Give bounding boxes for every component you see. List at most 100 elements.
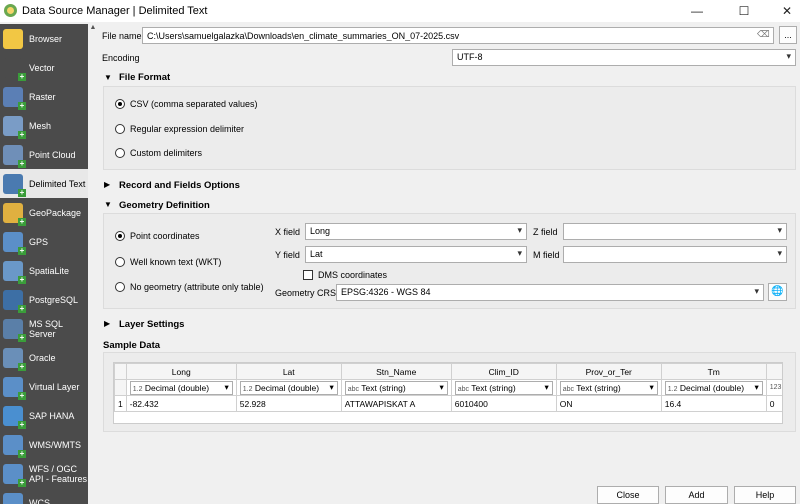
source-icon: + (3, 231, 26, 255)
sidebar-item-geopackage[interactable]: + GeoPackage (0, 198, 88, 227)
column-type-select[interactable]: 1.2 Decimal (double) (664, 380, 763, 395)
crs-label: Geometry CRS (275, 288, 337, 298)
clear-icon[interactable]: ⌫ (757, 29, 770, 40)
encoding-select[interactable]: UTF-8 (452, 49, 796, 66)
expand-icon[interactable]: ▶ (104, 319, 110, 328)
close-window-button[interactable]: ✕ (772, 2, 800, 20)
x-field-label: X field (275, 227, 301, 237)
sidebar-item-gps[interactable]: + GPS (0, 227, 88, 256)
row-number: 1 (114, 395, 127, 412)
sidebar-item-spatialite[interactable]: + SpatiaLite (0, 256, 88, 285)
source-icon: + (3, 347, 26, 371)
sidebar-item-label: Delimited Text (29, 178, 86, 189)
file-name-input[interactable] (142, 27, 774, 44)
source-icon: + (3, 318, 26, 342)
sidebar-item-label: Mesh (29, 120, 52, 131)
sidebar-item-label: Virtual Layer (29, 381, 80, 392)
radio-regex[interactable]: Regular expression delimiter (115, 124, 244, 134)
column-type-select[interactable]: abc Text (string) (344, 380, 448, 395)
collapse-icon[interactable]: ▼ (104, 200, 112, 209)
sidebar-item-label: Browser (29, 33, 63, 44)
sidebar-item-mesh[interactable]: + Mesh (0, 111, 88, 140)
sample-table-container: Long Lat Stn_Name Clim_ID Prov_or_Ter Tm 1.2 D… (113, 362, 783, 424)
sample-data-table: Long Lat Stn_Name Clim_ID Prov_or_Ter Tm 1.2 D… (114, 363, 782, 412)
window-title: Data Source Manager | Delimited Text (22, 5, 208, 17)
m-field-select[interactable] (563, 246, 787, 263)
sidebar-item-label: SpatiaLite (29, 265, 70, 276)
sidebar-item-wcs[interactable]: + WCS (0, 488, 88, 504)
sidebar-item-oracle[interactable]: + Oracle (0, 343, 88, 372)
sidebar-item-vector[interactable]: + Vector (0, 53, 88, 82)
sidebar-item-ms-sql-server[interactable]: + MS SQL Server (0, 314, 88, 343)
dms-checkbox[interactable]: DMS coordinates (303, 270, 387, 280)
column-header[interactable]: Lat (235, 363, 342, 380)
sidebar-item-wfs-ogc-api-features[interactable]: + WFS / OGC API - Features (0, 459, 88, 488)
column-header[interactable] (765, 363, 782, 380)
source-icon: + (3, 376, 26, 400)
minimize-button[interactable]: — (682, 2, 712, 20)
encoding-label: Encoding (102, 53, 140, 63)
sidebar-item-label: Vector (29, 62, 55, 73)
source-icon: + (3, 202, 26, 226)
column-header[interactable]: Clim_ID (450, 363, 557, 380)
radio-wkt[interactable]: Well known text (WKT) (115, 257, 221, 267)
sidebar-item-point-cloud[interactable]: + Point Cloud (0, 140, 88, 169)
sidebar-item-label: MS SQL Server (29, 318, 63, 339)
x-field-select[interactable]: Long (305, 223, 527, 240)
source-icon (3, 28, 23, 49)
column-header[interactable]: Stn_Name (340, 363, 452, 380)
y-field-select[interactable]: Lat (305, 246, 527, 263)
sidebar: Browser + Vector + Raster + Mesh + Point Cloud + D… (0, 24, 88, 504)
column-type-select[interactable]: 1.2 Decimal (double) (129, 380, 233, 395)
file-format-header[interactable]: File Format (119, 72, 170, 83)
close-button[interactable]: Close (597, 486, 659, 504)
sidebar-item-wms-wmts[interactable]: + WMS/WMTS (0, 430, 88, 459)
qgis-logo-icon (4, 4, 17, 17)
sidebar-item-sap-hana[interactable]: + SAP HANA (0, 401, 88, 430)
source-icon: + (3, 434, 26, 458)
collapse-icon[interactable]: ▼ (104, 73, 112, 82)
table-row: 1 -82.432 52.928 ATTAWAPISKAT A 6010400 ON 16.… (114, 395, 782, 412)
help-button[interactable]: Help (734, 486, 796, 504)
sidebar-item-virtual-layer[interactable]: + Virtual Layer (0, 372, 88, 401)
source-icon: + (3, 260, 26, 284)
table-cell: ATTAWAPISKAT A (340, 395, 452, 412)
source-icon: + (3, 289, 26, 313)
browse-button[interactable]: ... (779, 26, 797, 44)
maximize-button[interactable]: ☐ (729, 2, 759, 20)
table-cell: ON (555, 395, 662, 412)
sidebar-item-delimited-text[interactable]: + Delimited Text (0, 169, 88, 198)
sidebar-item-label: GeoPackage (29, 207, 82, 218)
sidebar-item-label: Raster (29, 91, 56, 102)
sidebar-item-label: GPS (29, 236, 49, 247)
column-header[interactable]: Long (125, 363, 237, 380)
sidebar-item-label: PostgreSQL (29, 294, 79, 305)
expand-icon[interactable]: ▶ (104, 180, 110, 189)
table-cell: -82.432 (125, 395, 237, 412)
sidebar-item-browser[interactable]: Browser (0, 24, 88, 53)
layer-settings-header[interactable]: Layer Settings (119, 319, 184, 330)
column-header[interactable]: Tm (660, 363, 767, 380)
crs-selector-globe-icon[interactable]: 🌐 (768, 283, 787, 301)
sidebar-item-label: WFS / OGC API - Features (29, 463, 88, 484)
column-header[interactable]: Prov_or_Ter (555, 363, 662, 380)
z-field-select[interactable] (563, 223, 787, 240)
column-type-select[interactable]: 1.2 Decimal (double) (239, 380, 338, 395)
sidebar-item-raster[interactable]: + Raster (0, 82, 88, 111)
radio-csv[interactable]: CSV (comma separated values) (115, 99, 258, 109)
sidebar-scrollbar[interactable]: ▲ (88, 24, 98, 504)
radio-no-geometry[interactable]: No geometry (attribute only table) (115, 282, 264, 292)
radio-point[interactable]: Point coordinates (115, 231, 200, 241)
column-type-select[interactable]: abc Text (string) (559, 380, 658, 395)
crs-select[interactable]: EPSG:4326 - WGS 84 (336, 284, 764, 301)
sidebar-item-postgresql[interactable]: + PostgreSQL (0, 285, 88, 314)
record-fields-header[interactable]: Record and Fields Options (119, 180, 240, 191)
column-type-select[interactable]: abc Text (string) (454, 380, 553, 395)
source-icon: + (3, 57, 26, 81)
geometry-header[interactable]: Geometry Definition (119, 200, 210, 211)
source-icon: + (3, 115, 26, 139)
sidebar-item-label: WCS (29, 497, 50, 504)
add-button[interactable]: Add (665, 486, 728, 504)
radio-custom[interactable]: Custom delimiters (115, 148, 202, 158)
z-field-label: Z field (533, 227, 558, 237)
